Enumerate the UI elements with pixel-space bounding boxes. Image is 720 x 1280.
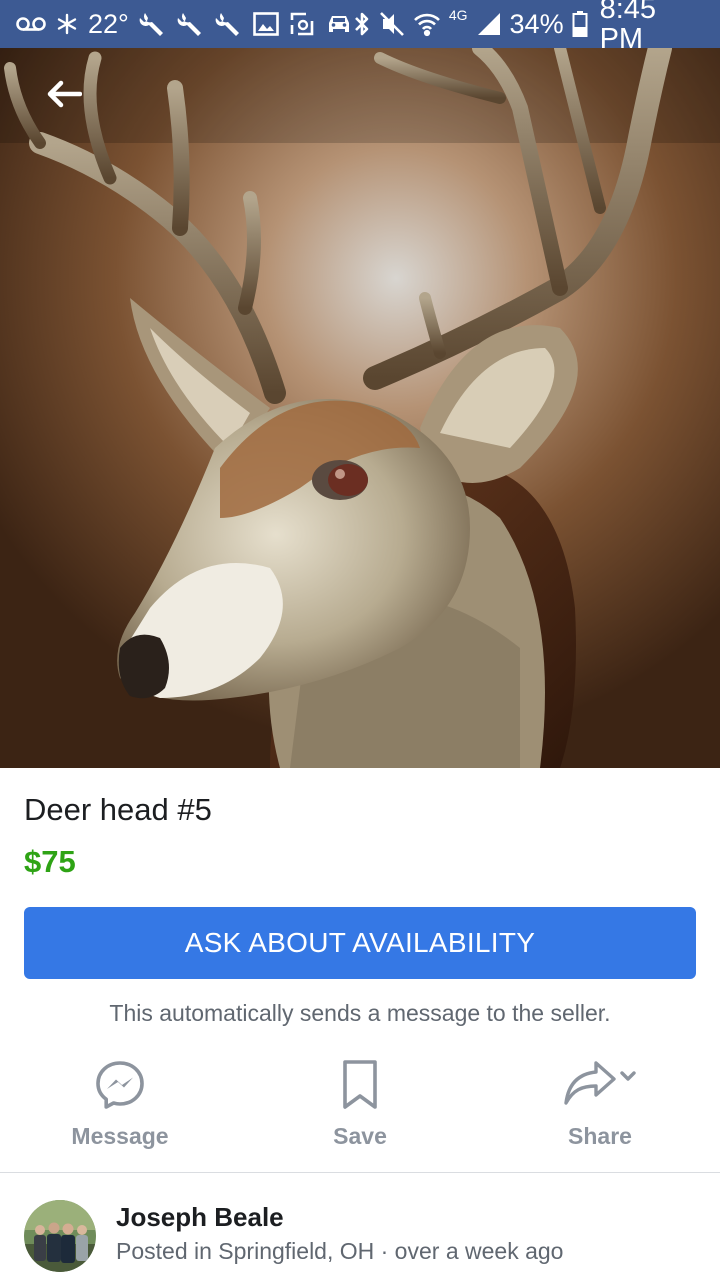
section-divider: [0, 1172, 720, 1173]
clock-time: 8:45 PM: [599, 0, 657, 55]
save-label: Save: [333, 1123, 387, 1149]
car-icon: [325, 9, 353, 39]
save-action[interactable]: Save: [240, 1055, 480, 1165]
screenshot-icon: [289, 9, 315, 39]
arrow-left-icon: [46, 80, 83, 113]
wrench-icon: [139, 9, 167, 39]
snowflake-icon: [56, 9, 78, 39]
listing-photo[interactable]: [0, 48, 720, 768]
share-icon: [562, 1055, 638, 1115]
seller-text: Joseph Beale Posted in Springfield, OH ·…: [116, 1200, 563, 1268]
message-label: Message: [71, 1123, 169, 1149]
avatar[interactable]: [24, 1200, 96, 1272]
share-action[interactable]: Share: [480, 1055, 720, 1165]
seller-name[interactable]: Joseph Beale: [116, 1200, 563, 1234]
marketplace-listing-page: 22° 4G 34% 8:45 PM Deer head #5 $75 ASK …: [0, 0, 720, 1280]
message-action[interactable]: Message: [0, 1055, 240, 1165]
wrench-icon: [177, 9, 205, 39]
listing-price: $75: [24, 844, 76, 879]
network-type-text: 4G: [449, 0, 468, 30]
wrench-icon: [215, 9, 243, 39]
voicemail-icon: [16, 9, 46, 39]
messenger-icon: [94, 1055, 146, 1115]
back-button[interactable]: [28, 68, 100, 124]
status-bar-left: 22°: [16, 9, 353, 39]
mute-icon: [379, 9, 405, 39]
signal-icon: [476, 9, 502, 39]
battery-icon: [572, 9, 588, 39]
action-row: Message Save Share: [0, 1055, 720, 1165]
temperature-text: 22°: [88, 9, 129, 39]
network-type: 4G: [448, 7, 468, 23]
auto-message-note: This automatically sends a message to th…: [109, 1000, 611, 1026]
image-icon: [253, 9, 279, 39]
bookmark-icon: [342, 1055, 378, 1115]
listing-title: Deer head #5: [24, 792, 212, 827]
bluetooth-icon: [353, 9, 371, 39]
seller-info: Joseph Beale Posted in Springfield, OH ·…: [24, 1196, 704, 1276]
status-bar: 22° 4G 34% 8:45 PM: [0, 0, 720, 54]
battery-percent: 34%: [509, 9, 564, 39]
seller-location-time: Posted in Springfield, OH · over a week …: [116, 1238, 564, 1264]
wifi-icon: [413, 9, 441, 39]
status-bar-right: 4G 34% 8:45 PM: [353, 0, 702, 54]
share-label: Share: [568, 1123, 632, 1149]
ask-about-availability-button[interactable]: ASK ABOUT AVAILABILITY: [24, 907, 696, 979]
deer-head-photo: [0, 48, 720, 768]
